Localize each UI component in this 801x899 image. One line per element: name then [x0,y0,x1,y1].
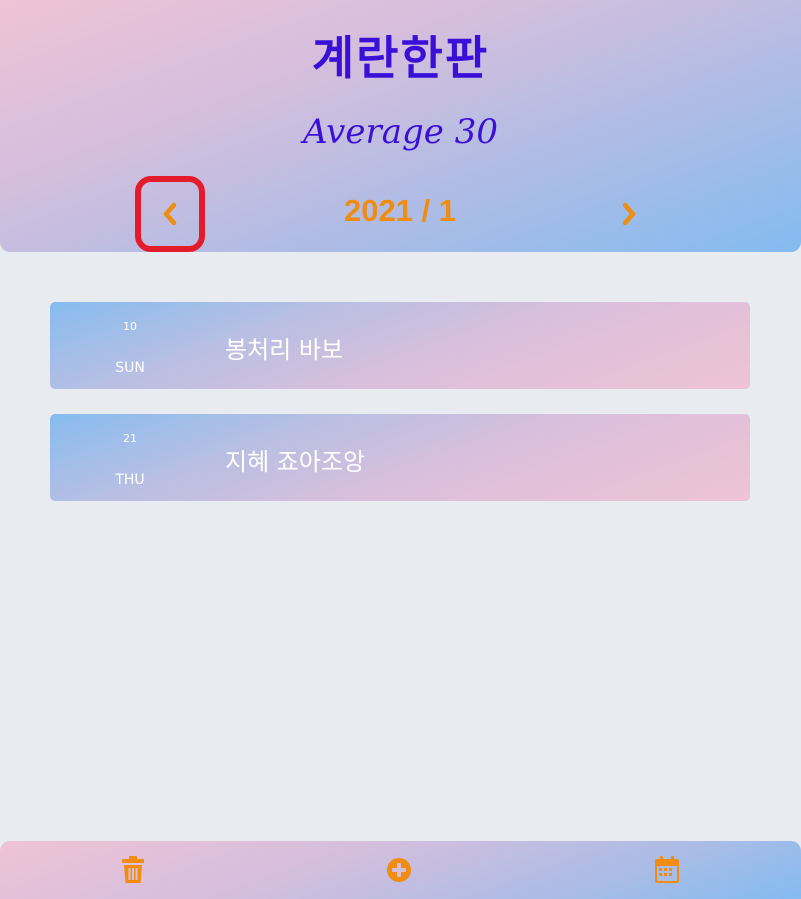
entry-weekday: THU [115,472,145,488]
trash-icon [122,856,144,883]
average-label: Average 30 [303,112,498,152]
plus-circle-icon [387,858,411,882]
entry-day: 21 [123,432,137,445]
selection-highlight [135,176,205,252]
entry-weekday: SUN [115,360,145,376]
footer-toolbar [0,841,801,899]
next-month-button[interactable] [594,176,664,252]
list-item[interactable]: 21 THU 지혜 죠아조앙 [50,414,750,501]
list-item[interactable]: 10 SUN 봉처리 바보 [50,302,750,389]
entry-day: 10 [123,320,137,333]
add-button[interactable] [384,855,414,885]
entry-memo: 지혜 죠아조앙 [225,448,366,476]
calendar-icon [655,856,679,883]
chevron-right-icon [622,202,636,226]
prev-month-button[interactable] [135,176,205,252]
current-month: 2021 / 1 [343,193,457,228]
entry-memo: 봉처리 바보 [225,336,344,364]
header: 계란한판 Average 30 2021 / 1 [0,0,801,252]
calendar-button[interactable] [652,855,682,885]
delete-button[interactable] [118,855,148,885]
app-title: 계란한판 [311,31,490,85]
